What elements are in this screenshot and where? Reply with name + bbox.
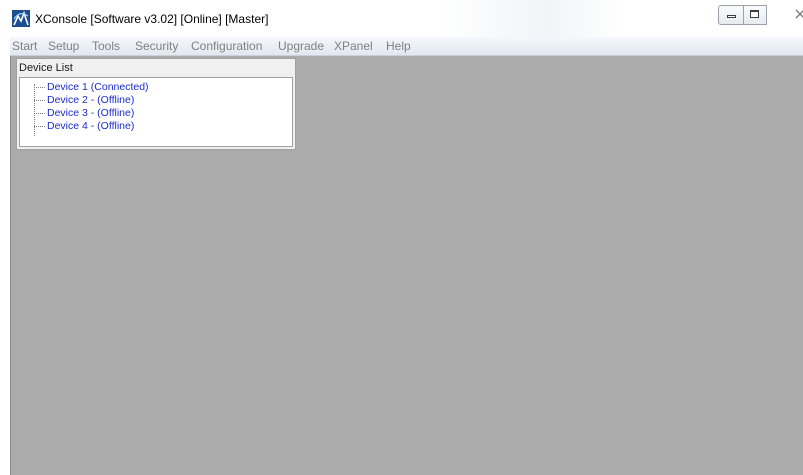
menu-security[interactable]: Security	[135, 39, 178, 53]
device-list-title: Device List	[19, 62, 73, 74]
xconsole-app-icon[interactable]	[12, 10, 30, 27]
title-bar[interactable]: XConsole [Software v3.02] [Online] [Mast…	[0, 0, 803, 37]
window-title: XConsole [Software v3.02] [Online] [Mast…	[35, 12, 269, 26]
menu-setup[interactable]: Setup	[48, 39, 79, 53]
tree-item-device-2[interactable]: Device 2 - (Offline)	[34, 94, 134, 107]
tree-item-label: Device 2 - (Offline)	[47, 94, 135, 106]
minimize-icon[interactable]	[718, 5, 744, 25]
menu-upgrade[interactable]: Upgrade	[278, 39, 324, 53]
maximize-icon[interactable]	[743, 5, 767, 25]
close-icon[interactable]	[770, 5, 803, 23]
tree-item-device-4[interactable]: Device 4 - (Offline)	[34, 120, 134, 133]
tree-item-label: Device 3 - (Offline)	[47, 107, 135, 119]
menu-xpanel[interactable]: XPanel	[334, 39, 373, 53]
menu-help[interactable]: Help	[386, 39, 411, 53]
menu-configuration[interactable]: Configuration	[191, 39, 262, 53]
menu-start[interactable]: Start	[12, 39, 37, 53]
tree-item-label: Device 4 - (Offline)	[47, 120, 135, 132]
window-controls	[718, 5, 803, 25]
tree-item-device-1[interactable]: Device 1 (Connected)	[34, 81, 149, 94]
device-list-panel: Device List Device 1 (Connected) Device …	[16, 58, 296, 150]
tree-item-label: Device 1 (Connected)	[47, 81, 149, 93]
menu-bar: Start Setup Tools Security Configuration…	[10, 37, 803, 56]
device-tree[interactable]: Device 1 (Connected) Device 2 - (Offline…	[19, 77, 293, 147]
menu-tools[interactable]: Tools	[92, 39, 120, 53]
tree-item-device-3[interactable]: Device 3 - (Offline)	[34, 107, 134, 120]
